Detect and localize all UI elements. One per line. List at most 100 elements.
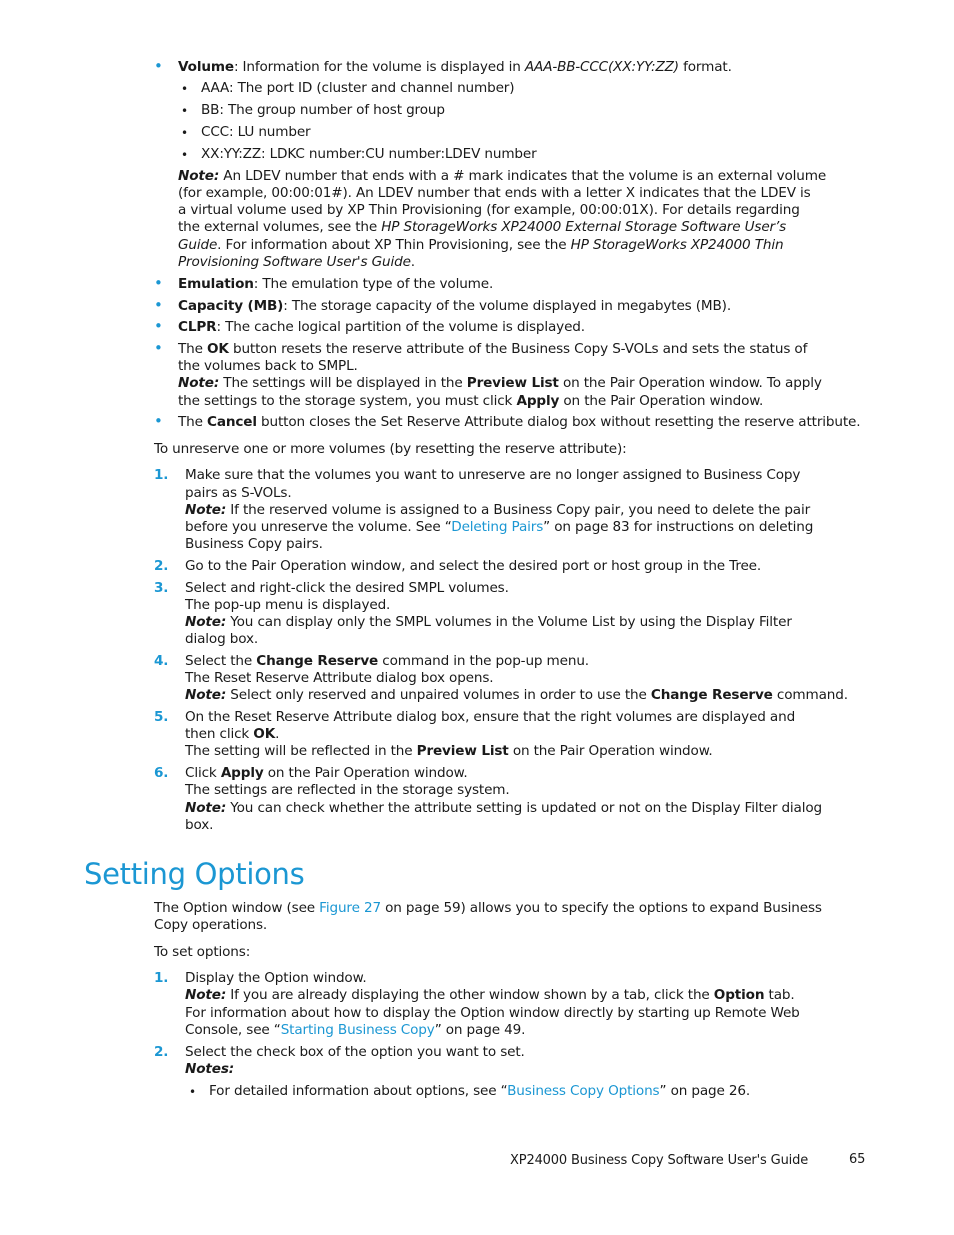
step-note: Note: You can check whether the attribut… [185,800,822,817]
step-number: 1. [154,970,169,986]
term-capacity: Capacity (MB) [178,298,284,314]
text: on page 59) allows you to specify the op… [380,900,822,916]
ok-item-line2: the volumes back to SMPL. [178,358,358,374]
bullet-icon: • [154,57,163,75]
bullet-icon: • [181,82,188,96]
text: before you unreserve the volume. See “ [185,519,452,535]
bullet-icon: • [189,1085,196,1099]
emulation-item: Emulation: The emulation type of the vol… [178,276,493,293]
notes-label-text: Notes: [185,1061,235,1077]
cancel-item: The Cancel button closes the Set Reserve… [178,414,861,431]
text: For detailed information about options, … [209,1083,508,1099]
step-number: 2. [154,1044,169,1060]
step-text: then click OK. [185,726,279,743]
note-label: Note: [185,987,227,1003]
step-number: 5. [154,709,169,725]
step-note-line: before you unreserve the volume. See “De… [185,519,813,536]
note-line: Guide. For information about XP Thin Pro… [178,237,784,254]
figure-27-link[interactable]: Figure 27 [319,900,381,916]
text: : Information for the volume is displaye… [233,59,525,75]
text: . [275,726,280,742]
text: button resets the reserve attribute of t… [228,341,808,357]
capacity-item: Capacity (MB): The storage capacity of t… [178,298,731,315]
text: ” on page 26. [659,1083,751,1099]
sub-item-xxyyzz: XX:YY:ZZ: LDKC number:CU number:LDEV num… [201,146,537,162]
step-number: 6. [154,765,169,781]
sub-item-aaa: AAA: The port ID (cluster and channel nu… [201,80,515,96]
bullet-icon: • [154,317,163,335]
step-text: Make sure that the volumes you want to u… [185,467,801,483]
ok-note-line2: the settings to the storage system, you … [178,393,763,410]
note-label: Note: [178,168,220,184]
step-text: The pop-up menu is displayed. [185,597,391,613]
term-volume: Volume [178,59,234,75]
step-text: For information about how to display the… [185,1005,800,1021]
text: Click [185,765,221,781]
book-title: Provisioning Software User's Guide [178,254,411,270]
step-text: Select the check box of the option you w… [185,1044,525,1060]
step-note: Note: Select only reserved and unpaired … [185,687,848,704]
term-cancel: Cancel [207,414,257,430]
text: tab. [764,987,795,1003]
term-preview-list: Preview List [416,743,509,759]
volume-note: Note: An LDEV number that ends with a # … [178,168,826,185]
text: ” on page 49. [434,1022,526,1038]
text: The settings will be displayed in the [219,375,467,391]
step-text: Console, see “Starting Business Copy” on… [185,1022,525,1039]
step-number: 3. [154,580,169,596]
note-line: (for example, 00:00:01#). An LDEV number… [178,185,811,201]
text: on the Pair Operation window. [559,393,764,409]
text: ” on page 83 for instructions on deletin… [543,519,814,535]
text: command in the pop-up menu. [378,653,589,669]
text: button closes the Set Reserve Attribute … [256,414,861,430]
page-number: 65 [849,1152,866,1167]
term-change-reserve: Change Reserve [650,687,773,703]
term-emulation: Emulation [178,276,254,292]
text: Select the [185,653,257,669]
business-copy-options-link[interactable]: Business Copy Options [507,1083,660,1099]
ok-note: Note: The settings will be displayed in … [178,375,822,392]
book-title: HP StorageWorks XP24000 External Storage… [381,219,787,235]
step-note-line: box. [185,817,214,833]
step-text: Display the Option window. [185,970,367,986]
note-line: a virtual volume used by XP Thin Provisi… [178,202,800,218]
bullet-icon: • [154,339,163,357]
sub-item-bb: BB: The group number of host group [201,102,445,118]
step-note: Note: If the reserved volume is assigned… [185,502,810,519]
text: on the Pair Operation window. [508,743,713,759]
text: If the reserved volume is assigned to a … [226,502,811,518]
term-preview-list: Preview List [466,375,559,391]
term-change-reserve: Change Reserve [256,653,379,669]
note-label: Note: [185,800,227,816]
step-text: Select the Change Reserve command in the… [185,653,589,670]
text: : The cache logical partition of the vol… [216,319,585,335]
note-line: Provisioning Software User's Guide. [178,254,415,271]
text: . For information about XP Thin Provisio… [217,237,571,253]
term-apply: Apply [516,393,560,409]
text: on the Pair Operation window. To apply [558,375,822,391]
text: then click [185,726,254,742]
text: : The storage capacity of the volume dis… [283,298,732,314]
text: : The emulation type of the volume. [253,276,494,292]
volume-item: Volume: Information for the volume is di… [178,59,732,76]
notes-label: Notes: [185,1061,234,1078]
text: on the Pair Operation window. [263,765,468,781]
text: the settings to the storage system, you … [178,393,517,409]
text: The setting will be reflected in the [185,743,417,759]
step-note-line: Business Copy pairs. [185,536,323,552]
text: You can check whether the attribute sett… [226,800,823,816]
term-ok: OK [253,726,276,742]
text: The [178,341,208,357]
clpr-item: CLPR: The cache logical partition of the… [178,319,585,336]
bullet-icon: • [181,148,188,162]
step-text: The settings are reflected in the storag… [185,782,510,798]
section-intro: The Option window (see Figure 27 on page… [154,900,822,917]
starting-business-copy-link[interactable]: Starting Business Copy [281,1022,435,1038]
deleting-pairs-link[interactable]: Deleting Pairs [451,519,543,535]
step-text: On the Reset Reserve Attribute dialog bo… [185,709,796,725]
step-number: 4. [154,653,169,669]
footer-title: XP24000 Business Copy Software User's Gu… [510,1153,809,1168]
step-number: 2. [154,558,169,574]
note-label: Note: [185,502,227,518]
step-text: Select and right-click the desired SMPL … [185,580,509,596]
